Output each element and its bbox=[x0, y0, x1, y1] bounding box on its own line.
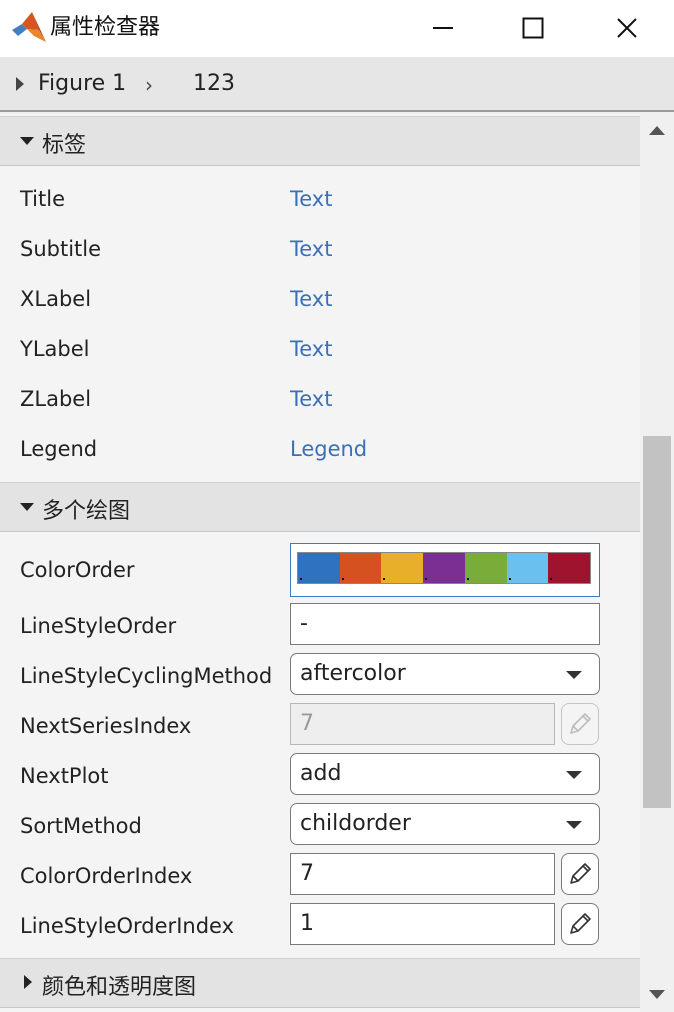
triangle-right-icon bbox=[24, 975, 32, 989]
caret-down-icon bbox=[566, 821, 582, 829]
pencil-icon bbox=[570, 913, 591, 934]
color-swatch-strip bbox=[297, 552, 591, 584]
dropdown-value: childorder bbox=[300, 811, 411, 836]
triangle-right-icon[interactable] bbox=[16, 77, 24, 91]
title-bar: 属性检查器 bbox=[0, 0, 674, 57]
color-swatch[interactable] bbox=[381, 553, 424, 583]
property-name: Subtitle bbox=[20, 237, 102, 261]
property-row-linestyleorderindex: LineStyleOrderIndex 1 bbox=[0, 903, 640, 953]
property-name: ColorOrderIndex bbox=[20, 864, 193, 888]
property-name: YLabel bbox=[20, 337, 90, 361]
scroll-up-arrow-icon[interactable] bbox=[649, 126, 665, 135]
breadcrumb: Figure 1 › 123 bbox=[0, 57, 674, 112]
triangle-down-icon bbox=[20, 137, 34, 145]
property-name: SortMethod bbox=[20, 814, 142, 838]
nextseriesindex-edit-button bbox=[561, 703, 599, 745]
property-name: ColorOrder bbox=[20, 558, 135, 582]
property-name: Title bbox=[20, 187, 66, 211]
color-swatch[interactable] bbox=[298, 553, 340, 583]
pencil-icon bbox=[570, 713, 591, 734]
maximize-icon bbox=[522, 17, 544, 39]
linestyleorder-input[interactable]: - bbox=[290, 603, 600, 645]
triangle-down-icon bbox=[20, 503, 34, 511]
dropdown-value: add bbox=[300, 761, 342, 786]
caret-down-icon bbox=[566, 771, 582, 779]
property-row-zlabel: ZLabel Text bbox=[0, 366, 640, 416]
caret-down-icon bbox=[566, 671, 582, 679]
section-header-labels[interactable]: 标签 bbox=[0, 116, 640, 166]
linestyleorderindex-input[interactable]: 1 bbox=[290, 903, 555, 945]
property-name: NextPlot bbox=[20, 764, 109, 788]
subtitle-text-link[interactable]: Text bbox=[290, 235, 332, 263]
property-row-linestylecyclingmethod: LineStyleCyclingMethod aftercolor bbox=[0, 653, 640, 703]
linestylecyclingmethod-dropdown[interactable]: aftercolor bbox=[290, 653, 600, 695]
minimize-icon bbox=[433, 27, 453, 29]
property-name: ZLabel bbox=[20, 387, 92, 411]
color-swatch[interactable] bbox=[339, 553, 382, 583]
property-row-title: Title Text bbox=[0, 166, 640, 216]
nextplot-dropdown[interactable]: add bbox=[290, 753, 600, 795]
colororderindex-input[interactable]: 7 bbox=[290, 853, 555, 895]
section-label: 标签 bbox=[42, 133, 87, 158]
colororderindex-edit-button[interactable] bbox=[561, 853, 599, 895]
breadcrumb-figure[interactable]: Figure 1 bbox=[38, 71, 126, 96]
xlabel-text-link[interactable]: Text bbox=[290, 285, 332, 313]
linestyleorderindex-edit-button[interactable] bbox=[561, 903, 599, 945]
close-icon bbox=[617, 18, 637, 38]
property-row-nextseriesindex: NextSeriesIndex 7 bbox=[0, 703, 640, 753]
section-label: 多个绘图 bbox=[42, 499, 131, 524]
property-row-ylabel: YLabel Text bbox=[0, 316, 640, 366]
section-header-colormap-alphamap[interactable]: 颜色和透明度图 bbox=[0, 958, 640, 1008]
section-header-multiple-plots[interactable]: 多个绘图 bbox=[0, 482, 640, 532]
property-name: LineStyleOrder bbox=[20, 614, 177, 638]
sortmethod-dropdown[interactable]: childorder bbox=[290, 803, 600, 845]
window-title: 属性检查器 bbox=[50, 15, 161, 40]
ylabel-text-link[interactable]: Text bbox=[290, 335, 332, 363]
property-name: Legend bbox=[20, 437, 98, 461]
property-name: LineStyleCyclingMethod bbox=[20, 664, 273, 688]
property-row-nextplot: NextPlot add bbox=[0, 753, 640, 803]
property-row-legend: Legend Legend bbox=[0, 416, 640, 466]
breadcrumb-object[interactable]: 123 bbox=[193, 71, 235, 96]
color-swatch[interactable] bbox=[423, 553, 465, 583]
color-swatch[interactable] bbox=[548, 553, 591, 583]
chevron-right-icon: › bbox=[145, 73, 153, 97]
color-swatch[interactable] bbox=[506, 553, 549, 583]
minimize-button[interactable] bbox=[420, 8, 466, 48]
scroll-down-arrow-icon[interactable] bbox=[649, 990, 665, 999]
scrollbar-thumb[interactable] bbox=[643, 436, 671, 808]
property-row-colororderindex: ColorOrderIndex 7 bbox=[0, 853, 640, 903]
dropdown-value: aftercolor bbox=[300, 661, 406, 686]
legend-link[interactable]: Legend bbox=[290, 435, 367, 463]
nextseriesindex-input: 7 bbox=[290, 703, 555, 745]
pencil-icon bbox=[570, 863, 591, 884]
color-swatch[interactable] bbox=[464, 553, 507, 583]
property-row-linestyleorder: LineStyleOrder - bbox=[0, 603, 640, 653]
section-label: 颜色和透明度图 bbox=[42, 975, 197, 1000]
property-name: NextSeriesIndex bbox=[20, 714, 192, 738]
color-order-editor[interactable] bbox=[290, 543, 600, 597]
maximize-button[interactable] bbox=[510, 8, 556, 48]
property-row-xlabel: XLabel Text bbox=[0, 266, 640, 316]
property-row-subtitle: Subtitle Text bbox=[0, 216, 640, 266]
close-button[interactable] bbox=[604, 8, 650, 48]
matlab-logo-icon bbox=[12, 12, 46, 42]
property-name: XLabel bbox=[20, 287, 92, 311]
property-list: 标签 Title Text Subtitle Text XLabel Text … bbox=[0, 114, 640, 1012]
zlabel-text-link[interactable]: Text bbox=[290, 385, 332, 413]
title-text-link[interactable]: Text bbox=[290, 185, 332, 213]
property-row-sortmethod: SortMethod childorder bbox=[0, 803, 640, 853]
property-row-colororder: ColorOrder bbox=[0, 542, 640, 600]
vertical-scrollbar[interactable] bbox=[640, 114, 674, 1012]
property-name: LineStyleOrderIndex bbox=[20, 914, 234, 938]
